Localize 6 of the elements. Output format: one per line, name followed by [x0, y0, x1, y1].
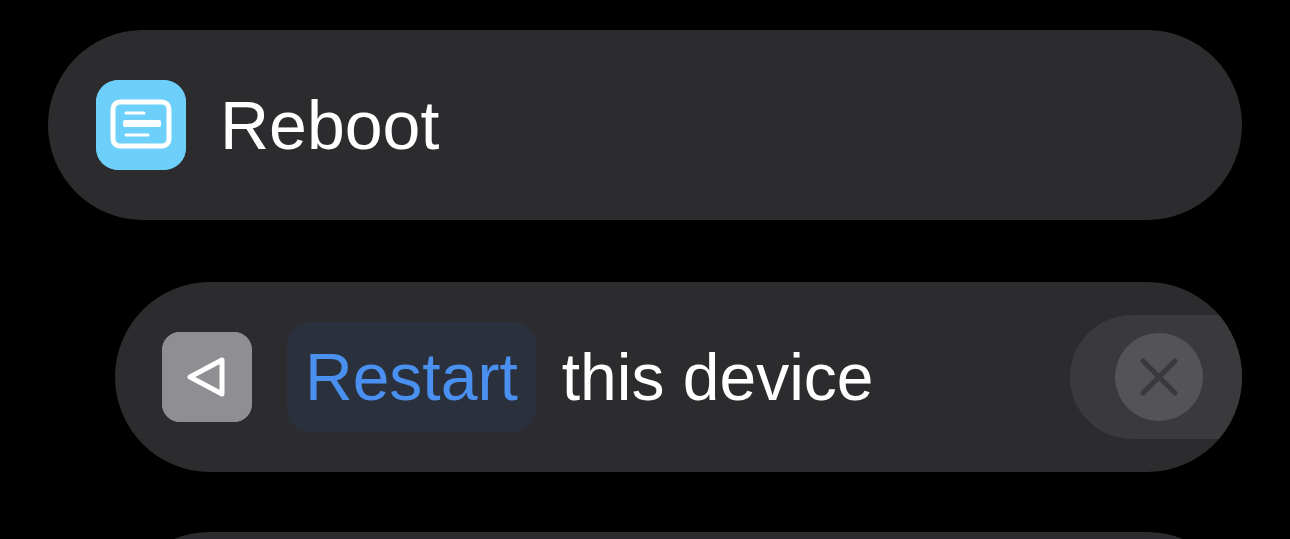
text-card-icon	[96, 80, 186, 170]
parameter-token[interactable]: Restart	[287, 322, 536, 432]
action-text: this device	[561, 339, 874, 415]
triangle-icon	[162, 332, 252, 422]
action-title: Reboot	[220, 86, 440, 164]
close-icon	[1115, 333, 1203, 421]
